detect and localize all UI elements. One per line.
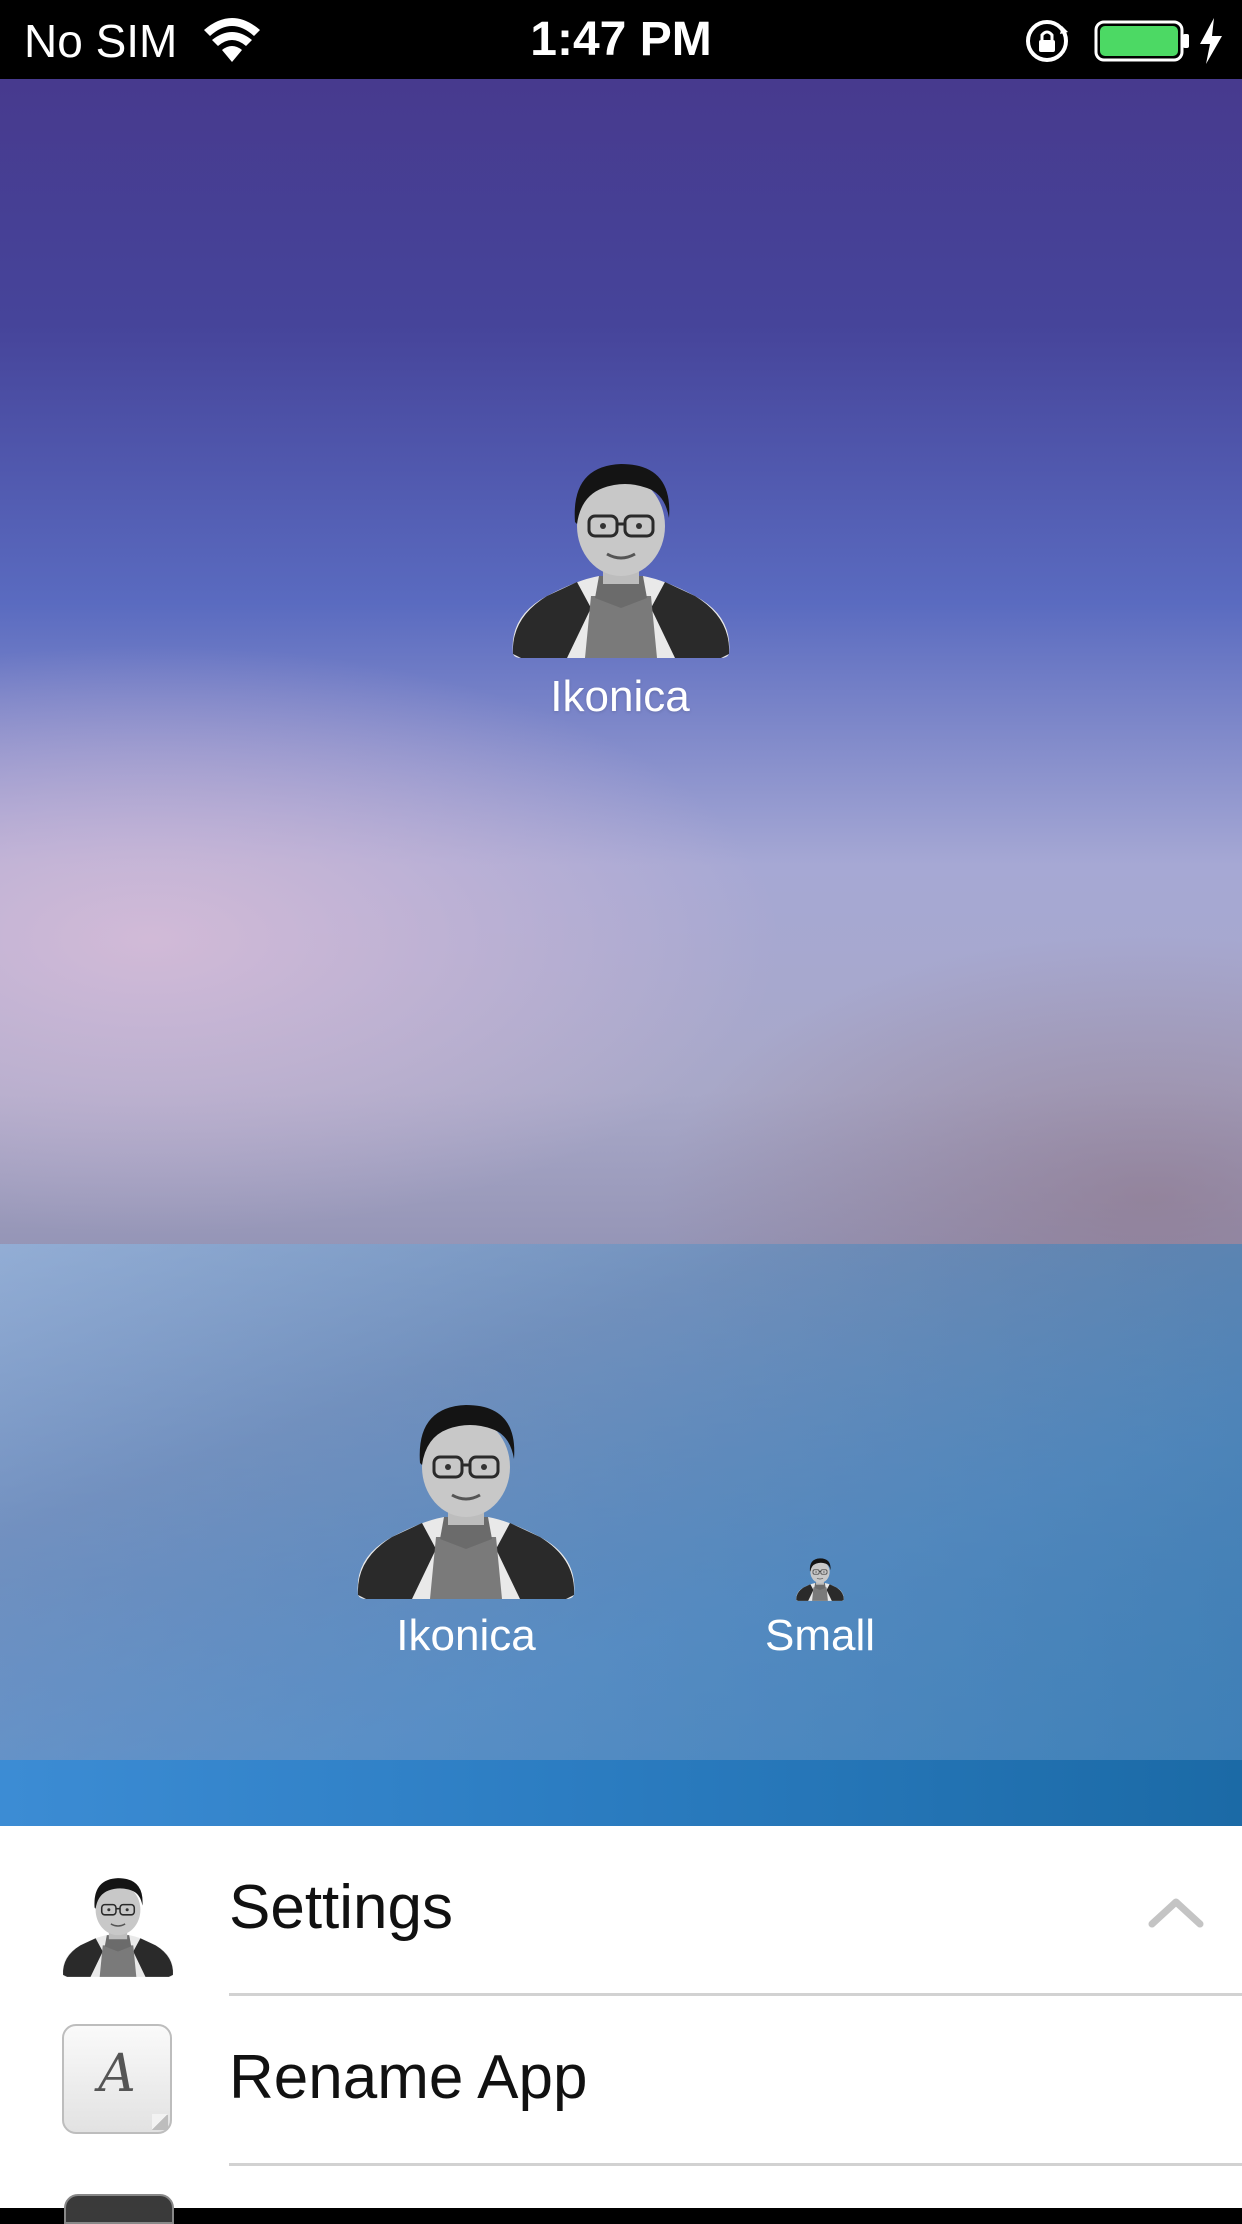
chevron-up-icon[interactable]	[1148, 1894, 1204, 1930]
rename-app-row[interactable]: Rename App	[0, 1996, 1242, 2166]
settings-title: Settings	[229, 1873, 454, 1942]
portrait-avatar-icon	[62, 1877, 174, 1978]
status-bar: No SIM 1:47 PM	[0, 0, 1242, 79]
rename-font-icon: A	[62, 2024, 172, 2134]
page-dogear	[152, 2114, 168, 2130]
rotation-lock-icon	[1026, 20, 1068, 62]
dock-ikonica-app-icon[interactable]	[352, 1399, 580, 1599]
rename-app-label: Rename App	[229, 2043, 588, 2112]
sheet-top-bar	[0, 1760, 1242, 1826]
dock-app-label-small: Small	[764, 1611, 876, 1660]
charging-bolt-icon	[1200, 18, 1222, 64]
home-page[interactable]	[0, 79, 1242, 1244]
ikonica-app-icon[interactable]	[507, 458, 735, 658]
next-row-icon	[64, 2194, 174, 2224]
dock	[0, 1244, 1242, 1760]
dock-small-app-icon[interactable]	[795, 1556, 845, 1602]
settings-sheet: Settings Rename App	[0, 1826, 1242, 2208]
row-divider	[229, 2163, 1242, 2166]
dock-app-label-ikonica: Ikonica	[396, 1611, 536, 1660]
rename-font-glyph: A	[98, 2044, 136, 2104]
battery-icon	[1094, 20, 1189, 62]
app-label-ikonica: Ikonica	[550, 672, 690, 721]
settings-header-row[interactable]: Settings	[0, 1826, 1242, 1996]
